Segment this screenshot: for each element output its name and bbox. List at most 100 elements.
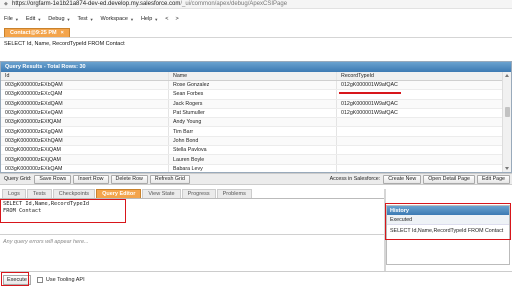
scroll-down-icon[interactable] xyxy=(505,167,509,170)
cell-recordtypeid[interactable]: 012gK000001W9afQAC xyxy=(337,81,503,89)
cell-name[interactable]: Tim Barr xyxy=(169,127,337,136)
column-header-id[interactable]: Id xyxy=(1,72,169,80)
open-detail-page-button[interactable]: Open Detail Page xyxy=(423,174,476,184)
menu-workspace-label: Workspace xyxy=(100,16,128,22)
errors-placeholder: Any query errors will appear here... xyxy=(3,239,89,245)
chevron-down-icon: ▼ xyxy=(37,16,42,22)
menu-test[interactable]: Test ▼ xyxy=(77,16,93,22)
cell-recordtypeid[interactable] xyxy=(337,127,503,135)
table-row[interactable]: 003gK000000zEXeQAM Pat Stumuller 012gK0000… xyxy=(1,108,503,119)
menu-edit[interactable]: Edit ▼ xyxy=(26,16,41,22)
insert-row-button[interactable]: Insert Row xyxy=(73,174,109,184)
cell-id[interactable]: 003gK000000zEXjQAM xyxy=(1,155,169,164)
cell-name[interactable]: Sean Forbes xyxy=(169,90,337,99)
results-grid: Id Name RecordTypeId 003gK000000zEXbQAM R… xyxy=(1,72,503,172)
table-row[interactable]: 003gK000000zEXgQAM Tim Barr xyxy=(1,127,503,137)
file-tab-contact[interactable]: Contact@9:25 PM × xyxy=(4,28,70,37)
table-row[interactable]: 003gK000000zEXjQAM Lauren Boyle xyxy=(1,155,503,165)
cell-name[interactable]: Jack Rogers xyxy=(169,99,337,108)
cell-name[interactable]: Stella Pavlova xyxy=(169,146,337,155)
red-box-annotation-editor xyxy=(0,199,126,223)
cell-id[interactable]: 003gK000000zEXbQAM xyxy=(1,81,169,90)
column-header-name[interactable]: Name xyxy=(169,72,337,80)
tab-problems[interactable]: Problems xyxy=(216,189,252,198)
table-row[interactable]: 003gK000000zEXhQAM John Bond xyxy=(1,136,503,147)
red-box-annotation-execute xyxy=(1,272,29,286)
lock-icon: ◆ xyxy=(4,0,8,7)
menu-file-label: File xyxy=(4,16,13,22)
table-row[interactable]: 003gK000000zEXiQAM Stella Pavlova xyxy=(1,146,503,156)
cell-name[interactable]: Andy Young xyxy=(169,118,337,127)
cell-id[interactable]: 003gK000000zEXfQAM xyxy=(1,118,169,127)
query-grid-label: Query Grid: xyxy=(4,176,32,182)
cell-id[interactable]: 003gK000000zEXdQAM xyxy=(1,99,169,108)
refresh-grid-button[interactable]: Refresh Grid xyxy=(149,174,190,184)
menu-workspace[interactable]: Workspace ▼ xyxy=(101,16,134,22)
cell-recordtypeid[interactable]: 012gK000001W9afQAC xyxy=(337,109,503,117)
chevron-down-icon: ▼ xyxy=(154,16,159,22)
cell-recordtypeid[interactable] xyxy=(337,165,503,172)
cell-id[interactable]: 003gK000000zEXkQAM xyxy=(1,164,169,172)
cell-recordtypeid[interactable] xyxy=(337,118,503,126)
nav-forward-button[interactable]: > xyxy=(175,16,178,22)
cell-name[interactable]: Babara Levy xyxy=(169,164,337,172)
menubar: File ▼ Edit ▼ Debug ▼ Test ▼ Workspace ▼ Help… xyxy=(0,14,186,24)
chevron-down-icon: ▼ xyxy=(14,16,19,22)
nav-back-button[interactable]: < xyxy=(165,16,168,22)
red-underline-annotation xyxy=(339,92,401,94)
tab-tests[interactable]: Tests xyxy=(26,189,52,198)
cell-id[interactable]: 003gK000000zEXcQAM xyxy=(1,90,169,99)
tab-progress[interactable]: Progress xyxy=(181,189,216,198)
menu-help[interactable]: Help ▼ xyxy=(141,16,158,22)
edit-page-button[interactable]: Edit Page xyxy=(477,174,510,184)
menu-file[interactable]: File ▼ xyxy=(4,16,19,22)
query-errors-area: Any query errors will appear here... xyxy=(0,236,384,270)
close-icon[interactable]: × xyxy=(61,30,64,36)
menu-debug[interactable]: Debug ▼ xyxy=(48,16,70,22)
red-box-annotation-history xyxy=(385,203,511,240)
cell-id[interactable]: 003gK000000zEXhQAM xyxy=(1,136,169,146)
delete-row-button[interactable]: Delete Row xyxy=(110,174,148,184)
query-text[interactable]: SELECT Id, Name, RecordTypeId FROM Conta… xyxy=(4,41,125,47)
grid-rows: 003gK000000zEXbQAM Rose Gonzalez 012gK0000… xyxy=(1,81,503,172)
chevron-down-icon: ▼ xyxy=(66,16,71,22)
menu-edit-label: Edit xyxy=(25,16,36,22)
save-rows-button[interactable]: Save Rows xyxy=(34,174,72,184)
table-row[interactable]: 003gK000000zEXbQAM Rose Gonzalez 012gK0000… xyxy=(1,81,503,91)
chevron-down-icon: ▼ xyxy=(129,16,134,22)
scroll-up-icon[interactable] xyxy=(505,74,509,77)
menu-test-label: Test xyxy=(77,16,88,22)
cell-recordtypeid[interactable]: 012gK000001W9afQAC xyxy=(337,100,503,108)
lower-panel-tabs: Logs Tests Checkpoints Query Editor View… xyxy=(0,189,384,199)
table-row[interactable]: 003gK000000zEXfQAM Andy Young xyxy=(1,118,503,128)
cell-id[interactable]: 003gK000000zEXeQAM xyxy=(1,108,169,118)
url-text[interactable]: https://orgfarm-1e1b21a874-dev-ed.develo… xyxy=(12,1,287,7)
scroll-thumb[interactable] xyxy=(505,107,510,117)
tab-logs[interactable]: Logs xyxy=(2,189,26,198)
cell-name[interactable]: Lauren Boyle xyxy=(169,155,337,164)
tooling-api-checkbox[interactable] xyxy=(36,276,43,283)
table-row[interactable]: 003gK000000zEXcQAM Sean Forbes xyxy=(1,90,503,100)
tab-checkpoints[interactable]: Checkpoints xyxy=(52,189,96,198)
cell-name[interactable]: Pat Stumuller xyxy=(169,108,337,118)
cell-name[interactable]: John Bond xyxy=(169,136,337,146)
column-header-recordtypeid[interactable]: RecordTypeId xyxy=(337,72,503,80)
cell-id[interactable]: 003gK000000zEXgQAM xyxy=(1,127,169,136)
cell-name[interactable]: Rose Gonzalez xyxy=(169,81,337,90)
cell-recordtypeid[interactable] xyxy=(337,146,503,154)
results-scrollbar[interactable] xyxy=(502,72,511,172)
tooling-api-label: Use Tooling API xyxy=(45,276,85,283)
menu-help-label: Help xyxy=(140,16,153,22)
create-new-button[interactable]: Create New xyxy=(383,174,422,184)
tab-divider xyxy=(0,37,512,38)
cell-recordtypeid[interactable] xyxy=(337,137,503,145)
tab-view-state[interactable]: View State xyxy=(142,189,181,198)
table-row[interactable]: 003gK000000zEXkQAM Babara Levy xyxy=(1,164,503,172)
browser-address-bar[interactable]: ◆ https://orgfarm-1e1b21a874-dev-ed.deve… xyxy=(0,0,512,9)
access-salesforce-label: Access in Salesforce: xyxy=(329,176,381,182)
table-row[interactable]: 003gK000000zEXdQAM Jack Rogers 012gK000001… xyxy=(1,99,503,109)
tab-query-editor[interactable]: Query Editor xyxy=(96,189,142,198)
cell-id[interactable]: 003gK000000zEXiQAM xyxy=(1,146,169,155)
cell-recordtypeid[interactable] xyxy=(337,155,503,163)
menu-debug-label: Debug xyxy=(48,16,65,22)
